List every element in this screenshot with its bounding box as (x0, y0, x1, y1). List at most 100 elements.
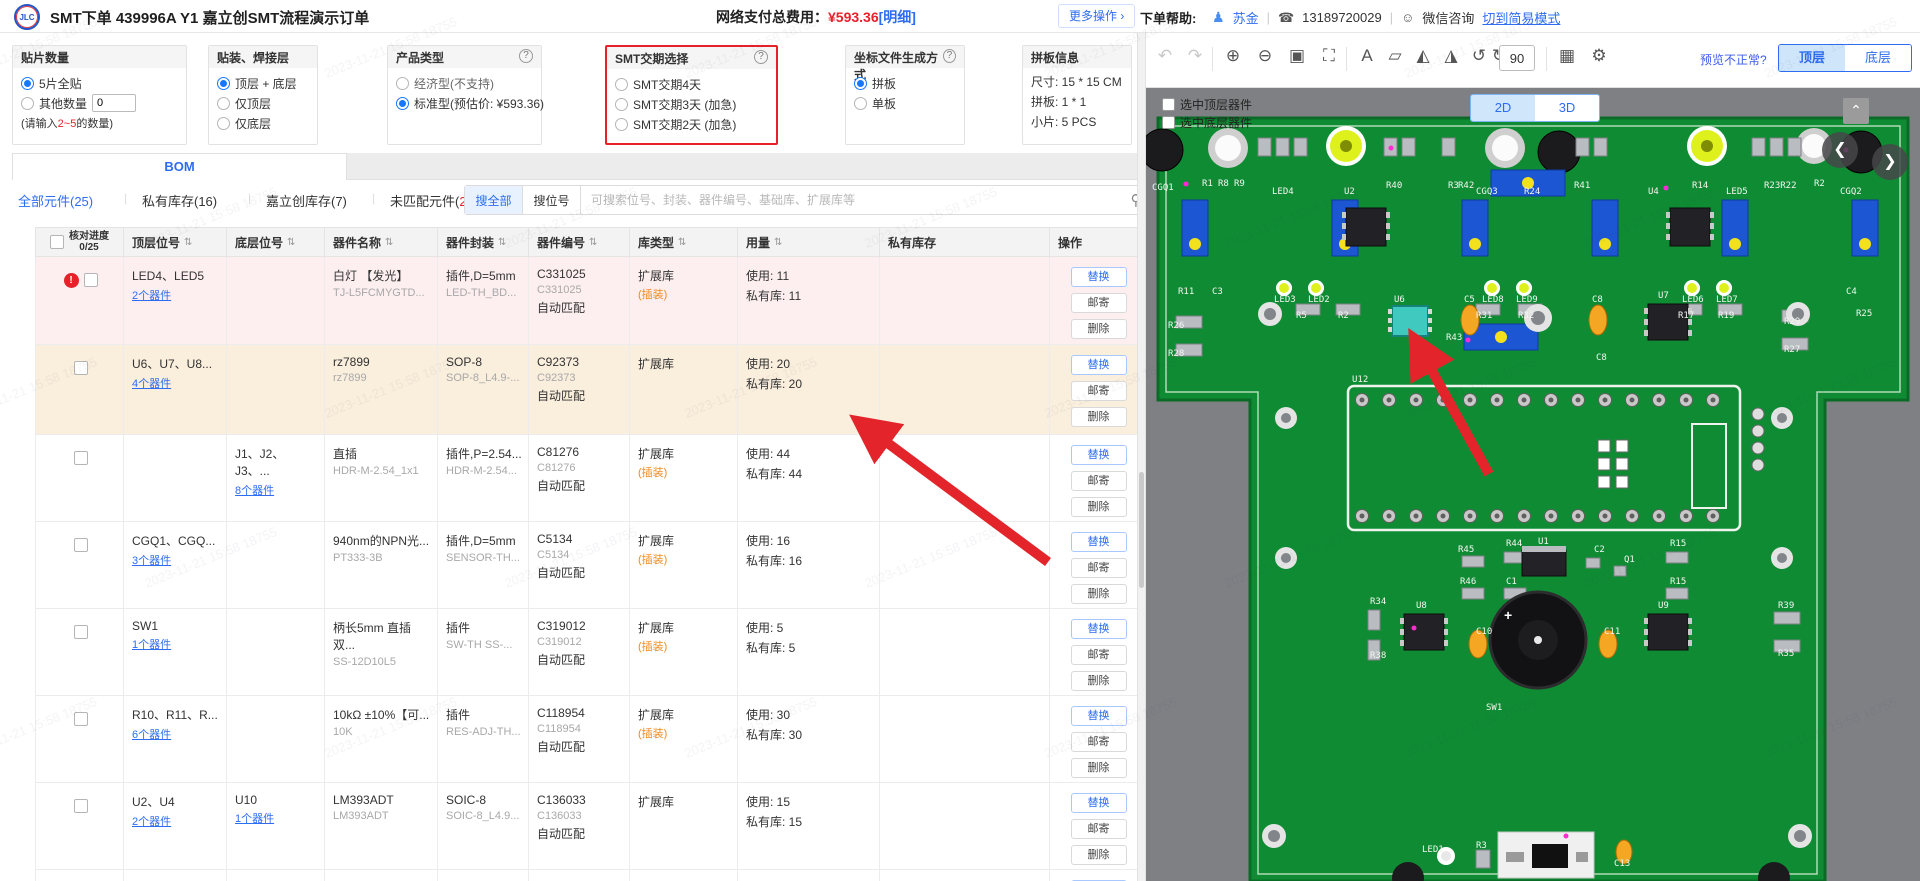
flip-horizontal-icon[interactable]: ◭ (1410, 46, 1436, 66)
prev-board-button[interactable]: ❮ (1822, 132, 1858, 168)
bom-table-row[interactable]: R10、R11、R...6个器件10kΩ ±10%【可...10K插件RES-A… (35, 696, 1146, 783)
search-input[interactable] (581, 186, 1121, 214)
radio-icon[interactable] (615, 98, 628, 111)
layers-option-bottom[interactable]: 仅底层 (217, 113, 309, 133)
radio-icon[interactable] (854, 97, 867, 110)
delete-button[interactable]: 删除 (1071, 584, 1127, 604)
radio-icon[interactable] (615, 78, 628, 91)
radio-icon[interactable] (854, 77, 867, 90)
replace-button[interactable]: 替换 (1071, 793, 1127, 813)
mail-button[interactable]: 邮寄 (1071, 293, 1127, 313)
delete-button[interactable]: 删除 (1071, 497, 1127, 517)
radio-icon[interactable] (396, 77, 409, 90)
col-top-designator[interactable]: 顶层位号⇅ (124, 228, 227, 256)
mode-2d-button[interactable]: 2D (1471, 95, 1535, 121)
radio-icon[interactable] (396, 97, 409, 110)
panel-splitter[interactable] (1137, 33, 1146, 881)
help-icon[interactable]: ? (519, 49, 533, 63)
filter-jlc-stock[interactable]: 嘉立创库存(7) (266, 191, 347, 210)
bom-table-row[interactable]: !LED4、LED52个器件白灯 【发光】TJ-L5FCMYGTD...插件,D… (35, 257, 1146, 345)
pcb-canvas[interactable]: 选中顶层器件 选中底层器件 2D 3D ⌃ ❮ ❯ (1146, 88, 1920, 881)
select-top-parts-checkbox[interactable]: 选中顶层器件 (1162, 96, 1252, 113)
product-option-standard[interactable]: 标准型(预估价: ¥593.36) (396, 93, 533, 113)
mail-button[interactable]: 邮寄 (1071, 381, 1127, 401)
part-count-link[interactable]: 2个器件 (132, 813, 171, 829)
redo-icon[interactable]: ↷ (1182, 46, 1208, 66)
wechat-consult[interactable]: 微信咨询 (1422, 8, 1474, 27)
replace-button[interactable]: 替换 (1071, 706, 1127, 726)
qty-other-input[interactable] (92, 94, 136, 112)
radio-icon[interactable] (21, 97, 34, 110)
row-checkbox[interactable] (74, 799, 88, 813)
mail-button[interactable]: 邮寄 (1071, 819, 1127, 839)
row-checkbox[interactable] (74, 538, 88, 552)
part-count-link[interactable]: 1个器件 (235, 810, 274, 826)
part-count-link[interactable]: 2个器件 (132, 287, 171, 303)
row-checkbox[interactable] (74, 712, 88, 726)
mode-3d-button[interactable]: 3D (1535, 95, 1599, 121)
coord-option-panelized[interactable]: 拼板 (854, 73, 956, 93)
checkbox-icon[interactable] (1162, 98, 1175, 111)
part-count-link[interactable]: 6个器件 (132, 726, 171, 742)
select-all-checkbox[interactable] (50, 235, 64, 249)
top-layer-button[interactable]: 顶层 (1779, 45, 1845, 71)
col-footprint[interactable]: 器件封装⇅ (438, 228, 529, 256)
rotation-input[interactable] (1499, 45, 1535, 71)
part-count-link[interactable]: 8个器件 (235, 482, 274, 498)
part-count-link[interactable]: 4个器件 (132, 375, 171, 391)
bottom-layer-button[interactable]: 底层 (1845, 45, 1911, 71)
mail-button[interactable]: 邮寄 (1071, 558, 1127, 578)
coord-option-single[interactable]: 单板 (854, 93, 956, 113)
mail-button[interactable]: 邮寄 (1071, 732, 1127, 752)
search-scope-all[interactable]: 搜全部 (465, 186, 523, 214)
delete-button[interactable]: 删除 (1071, 758, 1127, 778)
part-count-link[interactable]: 1个器件 (132, 636, 171, 652)
select-bottom-parts-checkbox[interactable]: 选中底层器件 (1162, 114, 1252, 131)
replace-button[interactable]: 替换 (1071, 532, 1127, 552)
bom-table-row[interactable]: U2、U42个器件U101个器件LM393ADTLM393ADTSOIC-8SO… (35, 783, 1146, 870)
help-icon[interactable]: ? (943, 49, 956, 63)
radio-icon[interactable] (21, 77, 34, 90)
checkbox-icon[interactable] (1162, 116, 1175, 129)
replace-button[interactable]: 替换 (1071, 619, 1127, 639)
delete-button[interactable]: 删除 (1071, 845, 1127, 865)
bom-table-row[interactable]: U6、U7、U8...4个器件rz7899rz7899SOP-8SOP-8_L4… (35, 345, 1146, 435)
bom-table-row[interactable]: C1、C22个器件10uF ±10% 16V10uF0805C0805C1713… (35, 870, 1146, 881)
layers-option-top[interactable]: 仅顶层 (217, 93, 309, 113)
delete-button[interactable]: 删除 (1071, 319, 1127, 339)
preview-issue-link[interactable]: 预览不正常? (1700, 51, 1767, 68)
fee-detail-link[interactable]: [明细] (879, 9, 916, 25)
radio-icon[interactable] (615, 118, 628, 131)
replace-button[interactable]: 替换 (1071, 355, 1127, 375)
delete-button[interactable]: 删除 (1071, 671, 1127, 691)
col-lib-type[interactable]: 库类型⇅ (630, 228, 738, 256)
filter-all-parts[interactable]: 全部元件(25) (18, 191, 93, 210)
qty-option-all[interactable]: 5片全贴 (21, 73, 178, 93)
radio-icon[interactable] (217, 77, 230, 90)
skew-icon[interactable]: ▱ (1382, 46, 1408, 66)
bom-table-row[interactable]: J1、J2、J3、...8个器件直插HDR-M-2.54_1x1插件,P=2.5… (35, 435, 1146, 522)
splitter-handle[interactable] (1139, 472, 1144, 588)
collapse-up-button[interactable]: ⌃ (1843, 98, 1869, 124)
col-part-name[interactable]: 器件名称⇅ (325, 228, 438, 256)
mail-button[interactable]: 邮寄 (1071, 471, 1127, 491)
leadtime-option-2d[interactable]: SMT交期2天 (加急) (615, 114, 768, 134)
box-zoom-icon[interactable]: ▣ (1284, 46, 1310, 66)
product-option-economy[interactable]: 经济型(不支持) (396, 73, 533, 93)
help-icon[interactable]: ? (754, 50, 768, 64)
part-count-link[interactable]: 3个器件 (132, 552, 171, 568)
col-usage[interactable]: 用量⇅ (738, 228, 880, 256)
layers-option-both[interactable]: 顶层 + 底层 (217, 73, 309, 93)
filter-unmatched[interactable]: 未匹配元件(2) (390, 191, 471, 210)
qty-option-other[interactable]: 其他数量 (21, 93, 178, 113)
filter-own-stock[interactable]: 私有库存(16) (142, 191, 217, 210)
flip-vertical-icon[interactable]: ◮ (1438, 46, 1464, 66)
row-checkbox[interactable] (74, 625, 88, 639)
tab-bom[interactable]: BOM (12, 153, 347, 180)
leadtime-option-4d[interactable]: SMT交期4天 (615, 74, 768, 94)
replace-button[interactable]: 替换 (1071, 445, 1127, 465)
search-scope-designator[interactable]: 搜位号 (523, 186, 581, 214)
zoom-in-icon[interactable]: ⊕ (1220, 46, 1246, 66)
mail-button[interactable]: 邮寄 (1071, 645, 1127, 665)
switch-simple-mode-link[interactable]: 切到简易模式 (1482, 8, 1560, 27)
